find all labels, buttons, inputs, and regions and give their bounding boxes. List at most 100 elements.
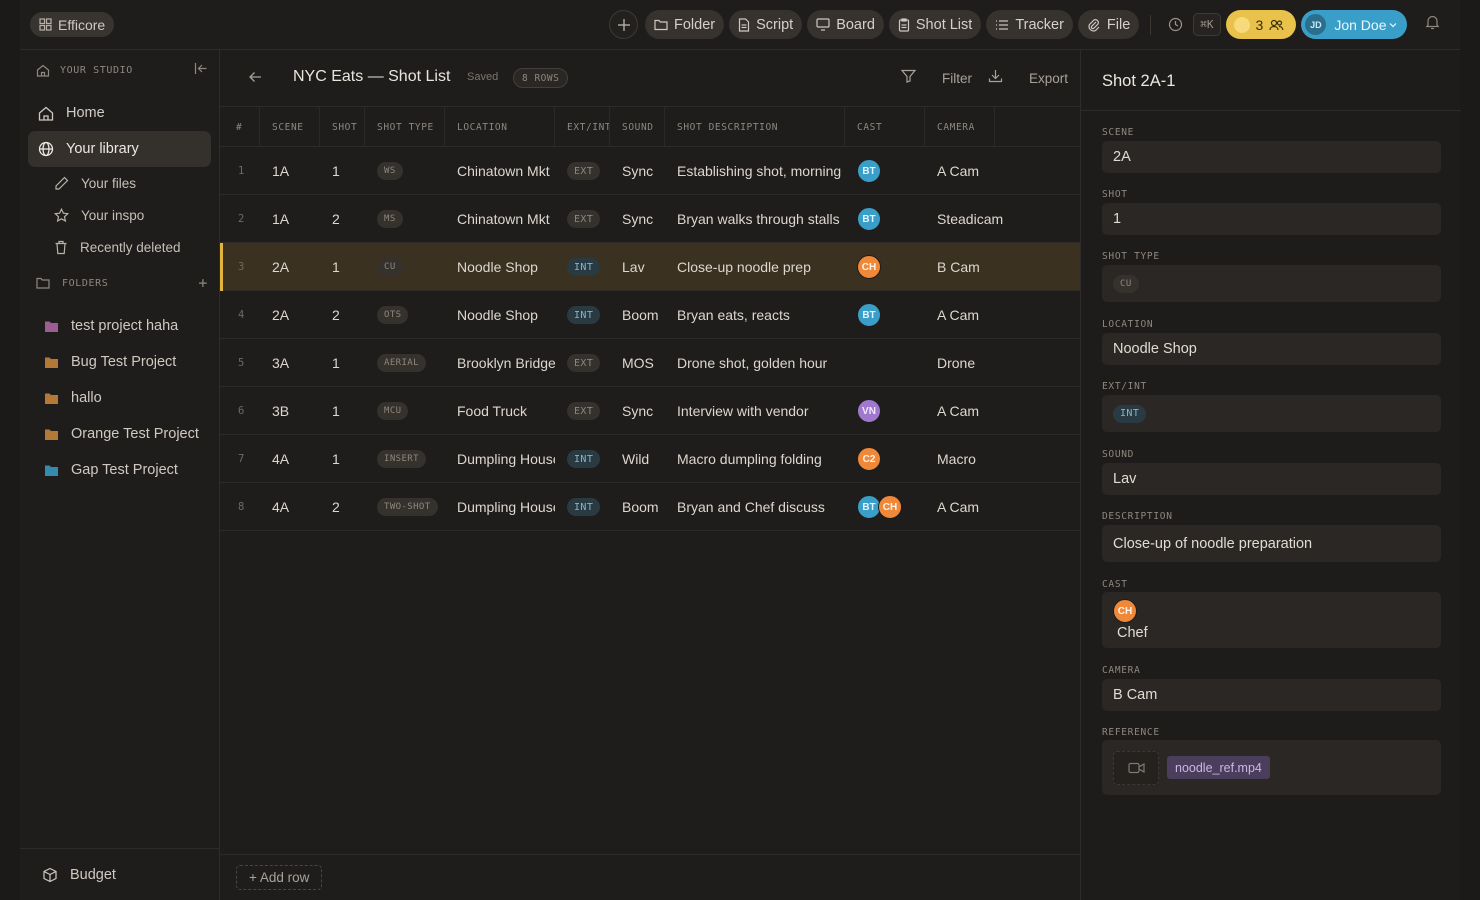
table-row[interactable]: 3 2A 1 CU Noodle Shop INT Lav Close-up noodle p… <box>220 243 1080 291</box>
table-row[interactable]: 4 2A 2 OTS Noodle Shop INT Boom Bryan eats, rea… <box>220 291 1080 339</box>
cell-sound[interactable]: MOS <box>610 339 665 387</box>
table-row[interactable]: 2 1A 2 MS Chinatown Mkt EXT Sync Bryan walks th… <box>220 195 1080 243</box>
scene-field[interactable]: 2A <box>1102 141 1441 173</box>
cell-scene[interactable]: 4A <box>260 435 320 483</box>
table-row[interactable]: 1 1A 1 WS Chinatown Mkt EXT Sync Establishing s… <box>220 147 1080 195</box>
cell-type[interactable]: MCU <box>365 387 445 435</box>
new-tracker-button[interactable]: Tracker <box>986 10 1073 39</box>
history-button[interactable] <box>1162 12 1188 38</box>
cell-extint[interactable]: EXT <box>555 195 610 243</box>
cell-desc[interactable]: Bryan and Chef discuss <box>665 483 845 531</box>
folder-item[interactable]: Bug Test Project <box>44 344 199 380</box>
cell-shot[interactable]: 1 <box>320 243 365 291</box>
shot-field[interactable]: 1 <box>1102 203 1441 235</box>
cell-cast[interactable]: BT <box>845 195 925 243</box>
cell-desc[interactable]: Bryan eats, reacts <box>665 291 845 339</box>
column-header-shot-description[interactable]: SHOT DESCRIPTION <box>665 107 845 147</box>
sidebar-item-recently-deleted[interactable]: Recently deleted <box>28 231 211 263</box>
column-header-cast[interactable]: CAST <box>845 107 925 147</box>
cell-desc[interactable]: Drone shot, golden hour <box>665 339 845 387</box>
credits-badge[interactable]: 3 <box>1225 10 1297 39</box>
cell-extint[interactable]: INT <box>555 483 610 531</box>
back-button[interactable] <box>248 70 262 84</box>
cell-cast[interactable]: BT CH <box>845 483 925 531</box>
column-header-shot-type[interactable]: SHOT TYPE <box>365 107 445 147</box>
cell-extint[interactable]: EXT <box>555 147 610 195</box>
collapse-sidebar-icon[interactable] <box>194 62 208 75</box>
cell-extint[interactable]: EXT <box>555 387 610 435</box>
ext-int-field[interactable]: INT <box>1102 395 1441 432</box>
app-logo-button[interactable]: Efficore <box>30 12 115 37</box>
cell-cast[interactable]: BT <box>845 291 925 339</box>
cell-cast[interactable]: CH <box>845 243 925 291</box>
command-palette-shortcut[interactable]: ⌘K <box>1193 13 1221 36</box>
cell-scene[interactable]: 4A <box>260 483 320 531</box>
column-header-sound[interactable]: SOUND <box>610 107 665 147</box>
cell-camera[interactable]: A Cam <box>925 291 1005 339</box>
cell-type[interactable]: WS <box>365 147 445 195</box>
video-thumbnail[interactable] <box>1113 750 1159 785</box>
cell-sound[interactable]: Sync <box>610 147 665 195</box>
studio-switcher[interactable]: YOUR STUDIO <box>36 62 208 78</box>
user-menu-button[interactable]: JD Jon Doe <box>1301 10 1407 39</box>
cell-type[interactable]: MS <box>365 195 445 243</box>
cell-type[interactable]: INSERT <box>365 435 445 483</box>
cell-location[interactable]: Noodle Shop <box>445 243 555 291</box>
sound-field[interactable]: Lav <box>1102 463 1441 495</box>
cell-extint[interactable]: INT <box>555 435 610 483</box>
cell-location[interactable]: Chinatown Mkt <box>445 195 555 243</box>
cell-desc[interactable]: Interview with vendor <box>665 387 845 435</box>
cell-desc[interactable]: Macro dumpling folding <box>665 435 845 483</box>
cell-scene[interactable]: 1A <box>260 147 320 195</box>
table-row[interactable]: 8 4A 2 TWO-SHOT Dumpling House INT Boom Bryan a… <box>220 483 1080 531</box>
cell-desc[interactable]: Bryan walks through stalls <box>665 195 845 243</box>
column-header-number[interactable]: # <box>220 107 260 147</box>
cell-location[interactable]: Food Truck <box>445 387 555 435</box>
cell-extint[interactable]: INT <box>555 291 610 339</box>
cell-shot[interactable]: 1 <box>320 147 365 195</box>
funnel-icon[interactable] <box>901 69 916 83</box>
folder-item[interactable]: test project haha <box>44 308 199 344</box>
cell-cast[interactable]: BT <box>845 147 925 195</box>
cell-shot[interactable]: 1 <box>320 387 365 435</box>
cell-shot[interactable]: 2 <box>320 195 365 243</box>
cell-cast[interactable]: C2 <box>845 435 925 483</box>
cell-location[interactable]: Chinatown Mkt <box>445 147 555 195</box>
description-field[interactable]: Close-up of noodle preparation <box>1102 525 1441 562</box>
cell-desc[interactable]: Establishing shot, morning crowd <box>665 147 845 195</box>
cell-location[interactable]: Brooklyn Bridge <box>445 339 555 387</box>
cell-location[interactable]: Dumpling House <box>445 435 555 483</box>
cell-n[interactable]: 8 <box>220 483 260 531</box>
cell-n[interactable]: 6 <box>220 387 260 435</box>
cell-n[interactable]: 2 <box>220 195 260 243</box>
filter-button[interactable]: Filter <box>942 71 972 86</box>
cell-sound[interactable]: Sync <box>610 387 665 435</box>
add-folder-button[interactable]: + <box>198 274 208 292</box>
reference-file-chip[interactable]: noodle_ref.mp4 <box>1167 756 1270 779</box>
column-header-scene[interactable]: SCENE <box>260 107 320 147</box>
column-header-ext-int[interactable]: EXT/INT <box>555 107 610 147</box>
cell-n[interactable]: 3 <box>220 243 260 291</box>
sidebar-item-your-inspo[interactable]: Your inspo <box>28 199 211 231</box>
cell-camera[interactable]: Macro <box>925 435 1005 483</box>
cell-shot[interactable]: 2 <box>320 483 365 531</box>
cell-shot[interactable]: 1 <box>320 435 365 483</box>
table-row[interactable]: 5 3A 1 AERIAL Brooklyn Bridge EXT MOS Drone sho… <box>220 339 1080 387</box>
cell-n[interactable]: 5 <box>220 339 260 387</box>
cell-cast[interactable] <box>845 339 925 387</box>
cell-n[interactable]: 4 <box>220 291 260 339</box>
cell-sound[interactable]: Wild <box>610 435 665 483</box>
cell-sound[interactable]: Boom <box>610 291 665 339</box>
cell-n[interactable]: 7 <box>220 435 260 483</box>
cell-camera[interactable]: Steadicam <box>925 195 1005 243</box>
cell-shot[interactable]: 2 <box>320 291 365 339</box>
cell-n[interactable]: 1 <box>220 147 260 195</box>
table-row[interactable]: 6 3B 1 MCU Food Truck EXT Sync Interview with v… <box>220 387 1080 435</box>
cell-type[interactable]: AERIAL <box>365 339 445 387</box>
camera-field[interactable]: B Cam <box>1102 679 1441 711</box>
cell-camera[interactable]: Drone <box>925 339 1005 387</box>
reference-field[interactable]: noodle_ref.mp4 <box>1102 740 1441 795</box>
new-folder-button[interactable]: Folder <box>645 10 725 39</box>
add-row-button[interactable]: + Add row <box>236 865 323 890</box>
cell-sound[interactable]: Sync <box>610 195 665 243</box>
